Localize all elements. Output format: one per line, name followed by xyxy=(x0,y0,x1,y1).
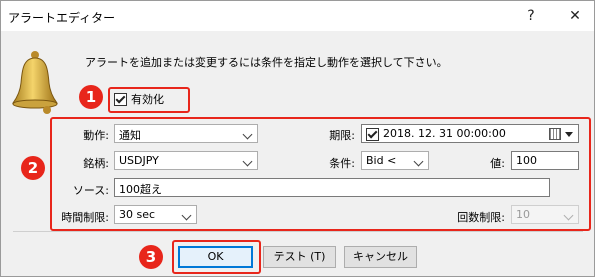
cancel-button[interactable]: キャンセル xyxy=(344,246,417,268)
close-button[interactable]: ✕ xyxy=(563,5,587,27)
symbol-label: 銘柄: xyxy=(83,157,109,170)
timeout-label: 時間制限: xyxy=(61,211,109,224)
checkbox-checked-icon xyxy=(114,92,127,106)
symbol-select[interactable]: USDJPY xyxy=(114,151,258,170)
title-bar: アラートエディター ? ✕ xyxy=(1,1,594,31)
chevron-down-icon xyxy=(242,129,253,140)
badge-2: 2 xyxy=(21,156,45,180)
chevron-down-icon xyxy=(181,210,192,221)
count-value: 10 xyxy=(516,208,530,221)
symbol-value: USDJPY xyxy=(119,154,159,167)
count-select: 10 xyxy=(511,205,579,224)
badge-1: 1 xyxy=(79,85,103,109)
action-label: 動作: xyxy=(83,129,109,142)
source-value: 100超え xyxy=(119,183,162,196)
threshold-input[interactable]: 100 xyxy=(511,151,579,170)
chevron-down-icon xyxy=(563,210,574,221)
count-label: 回数制限: xyxy=(457,211,505,224)
enable-label: 有効化 xyxy=(131,93,164,106)
help-button[interactable]: ? xyxy=(519,5,543,27)
action-select[interactable]: 通知 xyxy=(114,124,258,143)
condition-value: Bid < xyxy=(366,154,397,167)
divider xyxy=(13,231,583,232)
expiry-datetime-picker[interactable]: 2018. 12. 31 00:00:00 xyxy=(361,124,579,143)
expiry-value: 2018. 12. 31 00:00:00 xyxy=(383,127,506,140)
condition-label: 条件: xyxy=(329,157,355,170)
instruction-text: アラートを追加または変更するには条件を指定し動作を選択して下さい。 xyxy=(85,56,448,69)
threshold-value: 100 xyxy=(516,154,537,167)
dialog-title: アラートエディター xyxy=(8,11,116,25)
action-value: 通知 xyxy=(119,129,141,142)
badge-3: 3 xyxy=(139,245,163,269)
timeout-select[interactable]: 30 sec xyxy=(114,205,197,224)
test-button[interactable]: テスト (T) xyxy=(263,246,336,268)
expiry-checkbox[interactable] xyxy=(366,128,379,141)
bell-icon xyxy=(12,51,58,114)
dialog-content: アラートを追加または変更するには条件を指定し動作を選択して下さい。 1 有効化 … xyxy=(1,31,594,276)
alert-editor-dialog: アラートエディター ? ✕ アラートを追加または変更するには条件を指定し動作を選… xyxy=(0,0,595,277)
ok-button[interactable]: OK xyxy=(178,246,253,268)
chevron-down-icon xyxy=(413,156,424,167)
enable-checkbox[interactable]: 有効化 xyxy=(114,91,164,107)
condition-select[interactable]: Bid < xyxy=(361,151,429,170)
source-input[interactable]: 100超え xyxy=(114,178,550,197)
dropdown-arrow-icon[interactable] xyxy=(565,132,573,137)
expiry-label: 期限: xyxy=(329,129,355,142)
calendar-icon[interactable] xyxy=(549,128,561,140)
timeout-value: 30 sec xyxy=(119,208,156,221)
threshold-label: 値: xyxy=(490,157,505,170)
chevron-down-icon xyxy=(242,156,253,167)
source-label: ソース: xyxy=(72,184,109,197)
